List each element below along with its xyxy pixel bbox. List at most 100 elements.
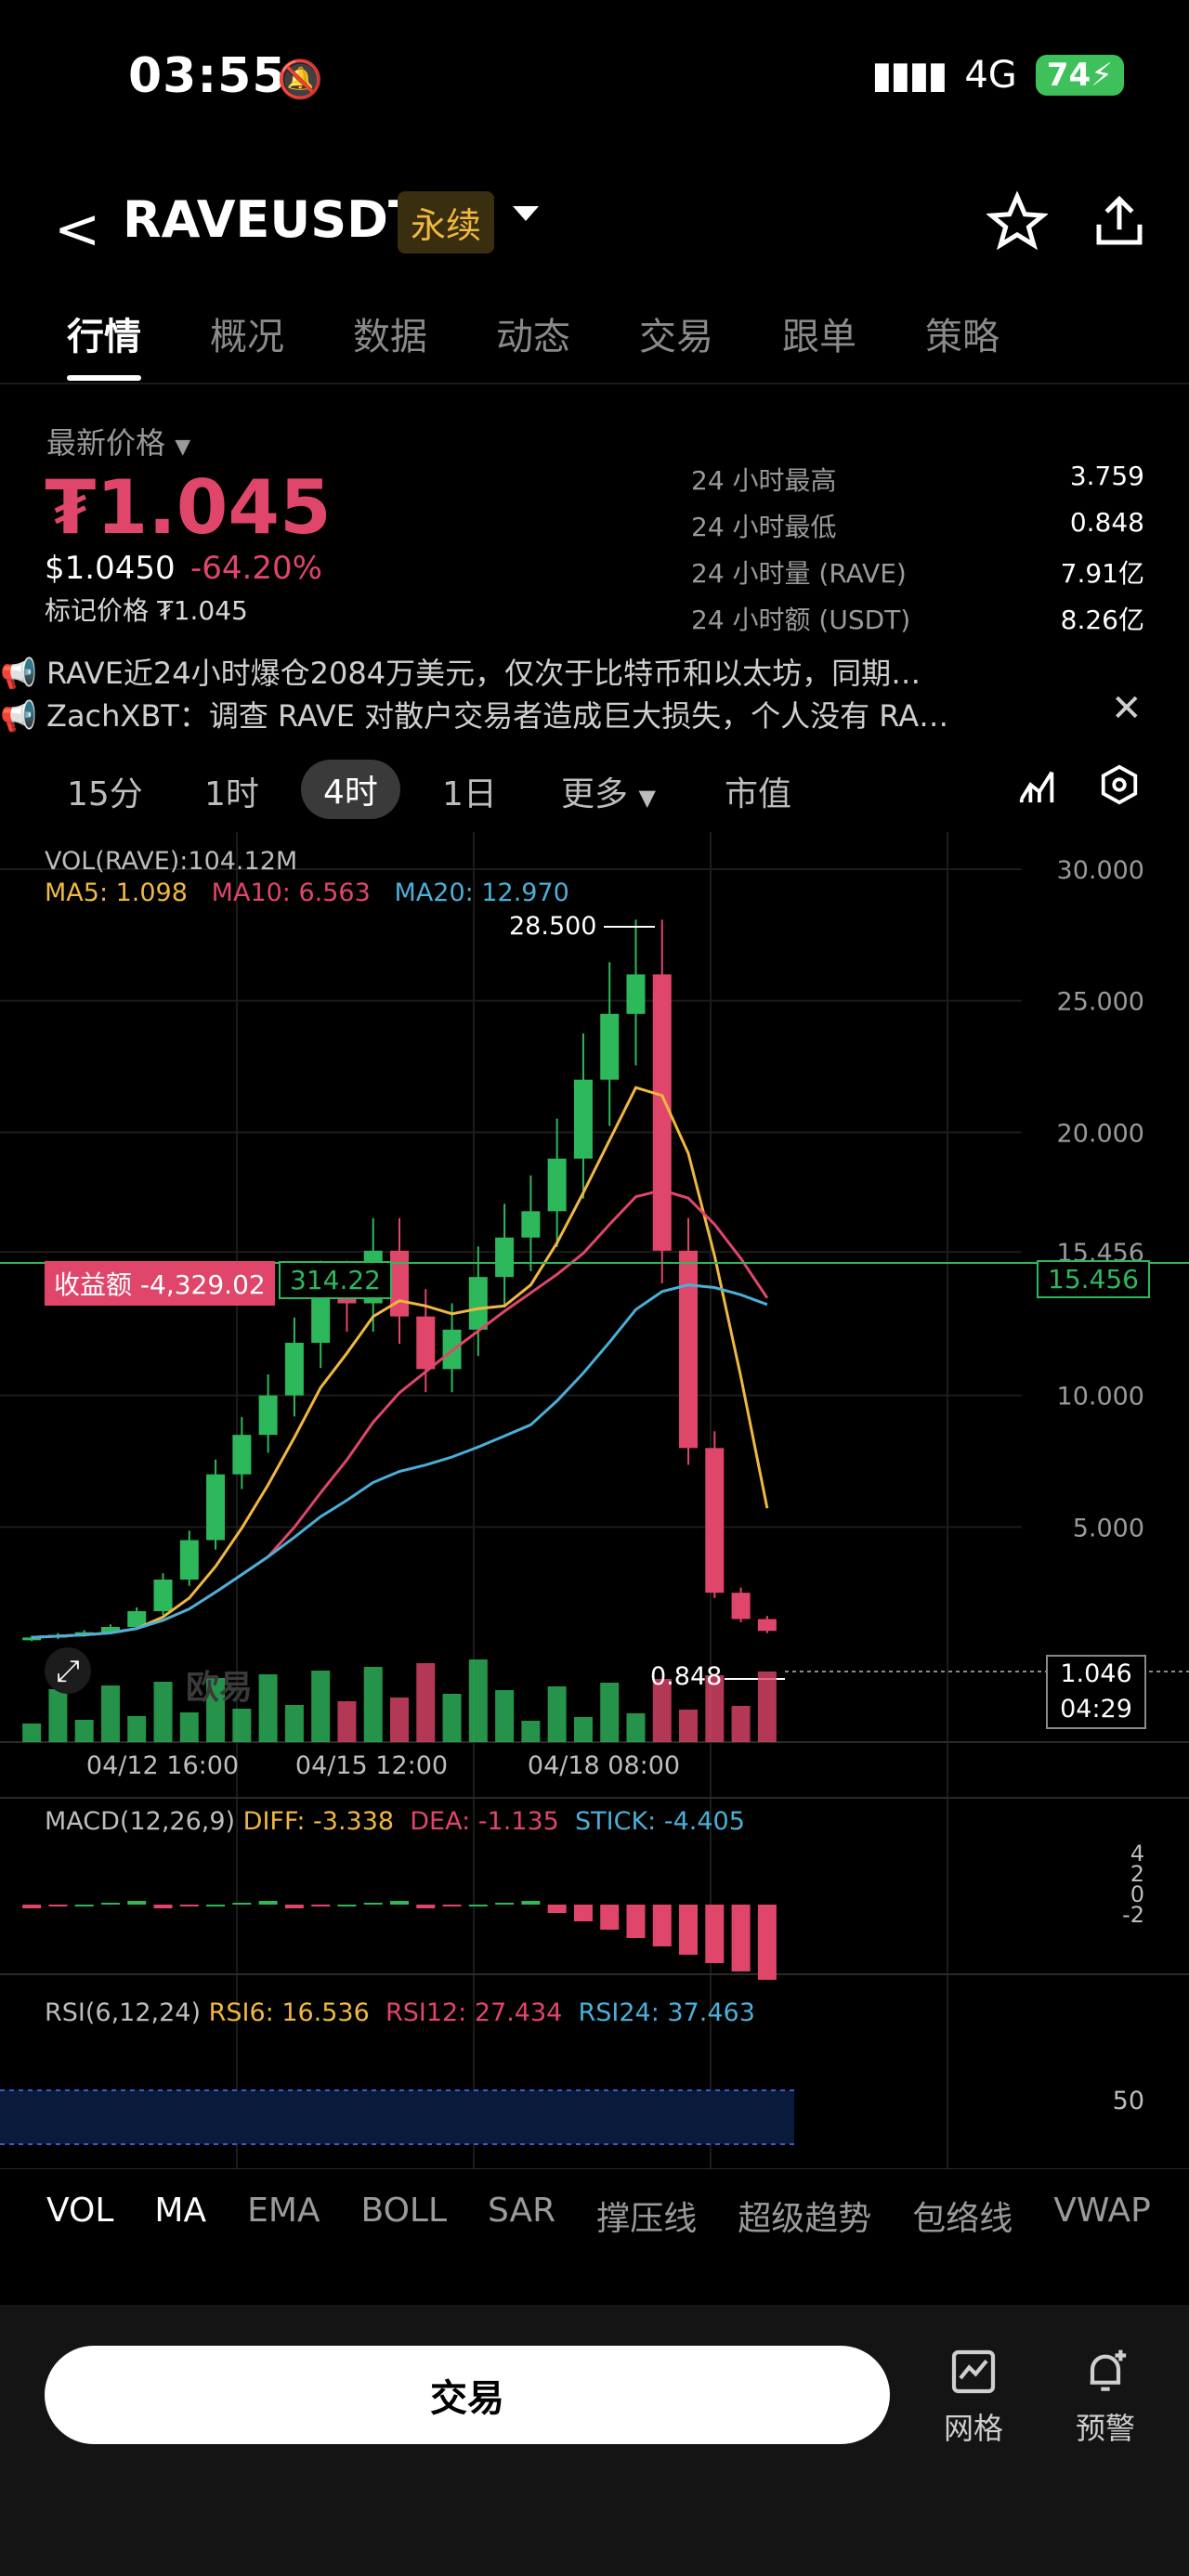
change-percent: -64.20% xyxy=(190,550,322,587)
entry-price-badge: 15.456 xyxy=(1037,1260,1150,1298)
back-icon[interactable]: < xyxy=(54,197,100,262)
macd-stick: STICK: -4.405 xyxy=(575,1807,745,1836)
candle-body xyxy=(573,1079,593,1159)
ind-ma[interactable]: MA xyxy=(154,2192,206,2240)
grid-label: 网格 xyxy=(943,2411,1003,2446)
ind-envelope[interactable]: 包络线 xyxy=(912,2192,1013,2240)
volume-bar xyxy=(547,1686,567,1742)
macd-bar xyxy=(100,1903,120,1905)
macd-bar xyxy=(74,1905,94,1906)
tab-news[interactable]: 动态 xyxy=(496,306,570,360)
tab-data[interactable]: 数据 xyxy=(353,306,427,360)
volume-bar xyxy=(232,1709,252,1742)
chart-grid: 30.000 25.000 20.000 15.456 10.000 5.000 04/12… xyxy=(0,832,1189,2169)
perpetual-badge: 永续 xyxy=(398,191,495,254)
volume-bar xyxy=(442,1694,462,1742)
candle-body xyxy=(600,1013,620,1080)
ind-boll[interactable]: BOLL xyxy=(361,2192,448,2240)
ind-sar[interactable]: SAR xyxy=(488,2192,555,2240)
trade-button[interactable]: 交易 xyxy=(45,2346,890,2444)
candle-body xyxy=(179,1540,199,1580)
bell-muted-icon: 🔕 xyxy=(277,59,323,101)
grid-button[interactable]: 网格 xyxy=(918,2346,1029,2448)
tab-copy[interactable]: 跟单 xyxy=(782,306,856,360)
candle-body xyxy=(206,1474,226,1541)
candle-body xyxy=(679,1250,699,1449)
candle-body xyxy=(626,974,646,1014)
volume-bar xyxy=(337,1701,357,1742)
ind-supertrend[interactable]: 超级趋势 xyxy=(738,2192,871,2240)
rsi-panel: 50 xyxy=(0,2087,1144,2145)
symbol-title[interactable]: RAVEUSDT xyxy=(123,190,423,249)
battery-level: 74 xyxy=(1046,57,1091,94)
news-item-1[interactable]: 📢 RAVE近24小时爆仓2084万美元，仅次于比特币和以太坊，同期… xyxy=(0,650,1022,693)
price-label[interactable]: 最新价格 ▼ xyxy=(46,420,190,462)
vol-label: VOL(RAVE):104.12M xyxy=(45,847,298,876)
position-size-badge[interactable]: 314.22 xyxy=(279,1261,392,1299)
ind-vol[interactable]: VOL xyxy=(46,2192,113,2240)
alert-button[interactable]: 预警 xyxy=(1050,2346,1161,2448)
indicator-tabs: VOL MA EMA BOLL SAR 撑压线 超级趋势 包络线 VWAP xyxy=(46,2192,1151,2240)
ind-vwap[interactable]: VWAP xyxy=(1053,2192,1151,2240)
interval-marketcap[interactable]: 市值 xyxy=(725,767,791,815)
macd-bar xyxy=(573,1905,593,1921)
macd-bar xyxy=(521,1901,541,1905)
volume-bar xyxy=(679,1710,699,1742)
tab-market[interactable]: 行情 xyxy=(67,306,141,381)
interval-1d[interactable]: 1日 xyxy=(442,767,497,815)
macd-bar xyxy=(442,1905,462,1906)
volume-bar xyxy=(626,1713,646,1742)
tab-strategy[interactable]: 策略 xyxy=(925,306,1000,360)
volume-bar xyxy=(74,1720,94,1742)
macd-bar xyxy=(284,1905,304,1908)
symbol-dropdown-icon[interactable] xyxy=(513,206,539,221)
close-news-icon[interactable]: ✕ xyxy=(1111,687,1143,730)
macd-bar xyxy=(731,1905,751,1971)
ind-support[interactable]: 撑压线 xyxy=(596,2192,697,2240)
volume-bar xyxy=(179,1712,199,1742)
interval-1h[interactable]: 1时 xyxy=(204,767,259,815)
favorite-star-icon[interactable] xyxy=(986,191,1048,253)
ma-legend: MA5: 1.098 MA10: 6.563 MA20: 12.970 xyxy=(45,878,569,907)
ind-ema[interactable]: EMA xyxy=(247,2192,320,2240)
stat-volume: 24 小时量 (RAVE) 7.91亿 xyxy=(691,558,1144,589)
grid-bot-icon xyxy=(951,2349,996,2394)
candle-body xyxy=(547,1158,567,1212)
volume-bar xyxy=(153,1682,173,1742)
share-icon[interactable] xyxy=(1089,191,1150,253)
high-marker-label: 28.500 xyxy=(509,912,597,941)
macd-bar xyxy=(468,1905,488,1906)
x-tick-label: 04/12 16:00 xyxy=(86,1751,239,1780)
macd-panel: 420-2 xyxy=(22,1841,1144,1980)
news-item-2[interactable]: 📢 ZachXBT：调查 RAVE 对散户交易者造成巨大损失，个人没有 RA… xyxy=(0,693,1022,735)
candle-body xyxy=(416,1316,436,1370)
news-ticker[interactable]: 📢 RAVE近24小时爆仓2084万美元，仅次于比特币和以太坊，同期… 📢 Za… xyxy=(0,650,1189,743)
indicator-icon[interactable] xyxy=(1016,763,1059,806)
interval-bar: 15分 1时 4时 1日 更多 ▼ 市值 xyxy=(0,758,1189,825)
macd-bar xyxy=(48,1905,68,1906)
interval-15m[interactable]: 15分 xyxy=(67,767,143,815)
volume-bar xyxy=(416,1663,436,1742)
rsi24-label: RSI24: 37.463 xyxy=(578,1998,755,2027)
candle-body xyxy=(731,1593,751,1620)
macd-title: MACD(12,26,9) xyxy=(45,1807,236,1836)
alert-label: 预警 xyxy=(1075,2411,1135,2446)
pnl-badge[interactable]: 收益额 -4,329.02 xyxy=(45,1261,275,1306)
interval-4h[interactable]: 4时 xyxy=(301,760,400,819)
tab-overview[interactable]: 概况 xyxy=(210,306,284,360)
settings-hex-icon[interactable] xyxy=(1098,763,1141,806)
kline-chart[interactable]: 30.000 25.000 20.000 15.456 10.000 5.000 04/12… xyxy=(0,832,1189,2169)
candle-body xyxy=(468,1277,488,1330)
macd-diff: DIFF: -3.338 xyxy=(242,1807,395,1836)
macd-bar xyxy=(206,1905,226,1906)
last-price: ₮1.045 xyxy=(45,464,332,551)
last-price-value: 1.046 xyxy=(1060,1659,1132,1688)
macd-bar xyxy=(547,1905,567,1913)
volume-bar xyxy=(521,1721,541,1742)
volume-bar xyxy=(284,1705,304,1742)
macd-bar xyxy=(153,1905,173,1908)
tab-trade[interactable]: 交易 xyxy=(639,306,713,360)
interval-more[interactable]: 更多 ▼ xyxy=(561,767,656,815)
macd-bar xyxy=(626,1905,646,1938)
expand-icon[interactable]: ⤢ xyxy=(45,1647,91,1694)
